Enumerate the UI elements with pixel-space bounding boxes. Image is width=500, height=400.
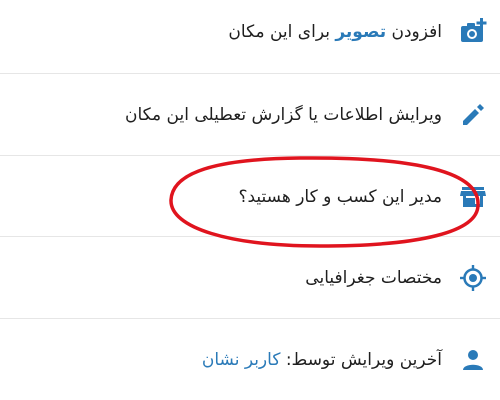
gps-target-icon [458, 263, 488, 293]
place-actions-list: افزودن تصویر برای این مکان ویرایش اطلاعا… [0, 0, 500, 400]
add-photo-label: افزودن تصویر برای این مکان [228, 22, 442, 42]
divider [0, 73, 500, 74]
divider [0, 318, 500, 319]
business-owner-label: مدیر این کسب و کار هستید؟ [238, 187, 442, 207]
business-owner-row[interactable]: مدیر این کسب و کار هستید؟ [0, 157, 500, 237]
coordinates-row[interactable]: مختصات جغرافیایی [0, 238, 500, 318]
edit-info-row[interactable]: ویرایش اطلاعات یا گزارش تعطیلی این مکان [0, 75, 500, 155]
divider [0, 155, 500, 156]
person-icon [458, 345, 488, 375]
store-icon [458, 182, 488, 212]
edit-info-label: ویرایش اطلاعات یا گزارش تعطیلی این مکان [124, 105, 442, 125]
divider [0, 236, 500, 237]
last-edit-label: آخرین ویرایش توسط: کاربر نشان [201, 350, 442, 370]
pencil-icon [458, 100, 488, 130]
editor-username-link[interactable]: کاربر نشان [202, 350, 281, 370]
coordinates-label: مختصات جغرافیایی [305, 268, 442, 288]
photo-keyword: تصویر [335, 22, 387, 42]
last-edit-row: آخرین ویرایش توسط: کاربر نشان [0, 320, 500, 400]
add-photo-icon [458, 17, 488, 47]
add-photo-row[interactable]: افزودن تصویر برای این مکان [0, 0, 500, 72]
